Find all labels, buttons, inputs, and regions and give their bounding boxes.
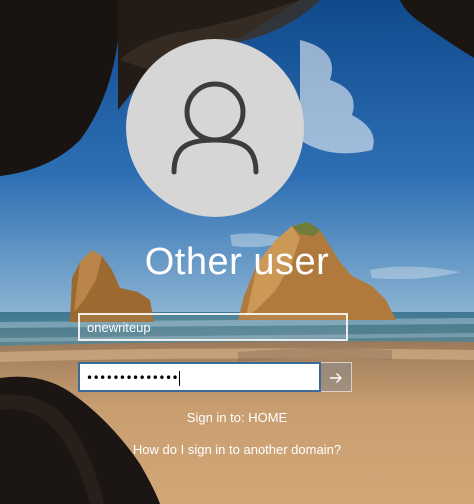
sign-in-domain-text: Sign in to: HOME <box>186 410 288 425</box>
user-display-name: Other user <box>144 241 330 283</box>
password-field[interactable]: •••••••••••••• <box>78 362 321 392</box>
other-domain-link[interactable]: How do I sign in to another domain? <box>0 441 474 459</box>
user-icon <box>171 81 259 175</box>
arrow-right-icon <box>330 373 342 383</box>
username-field[interactable]: onewriteup <box>78 313 348 341</box>
sign-in-submit-button[interactable] <box>321 362 352 392</box>
text-caret <box>179 371 181 386</box>
username-value: onewriteup <box>87 320 151 335</box>
password-masked-value: •••••••••••••• <box>86 371 181 386</box>
password-row: •••••••••••••• <box>78 362 352 392</box>
user-avatar <box>126 39 304 217</box>
